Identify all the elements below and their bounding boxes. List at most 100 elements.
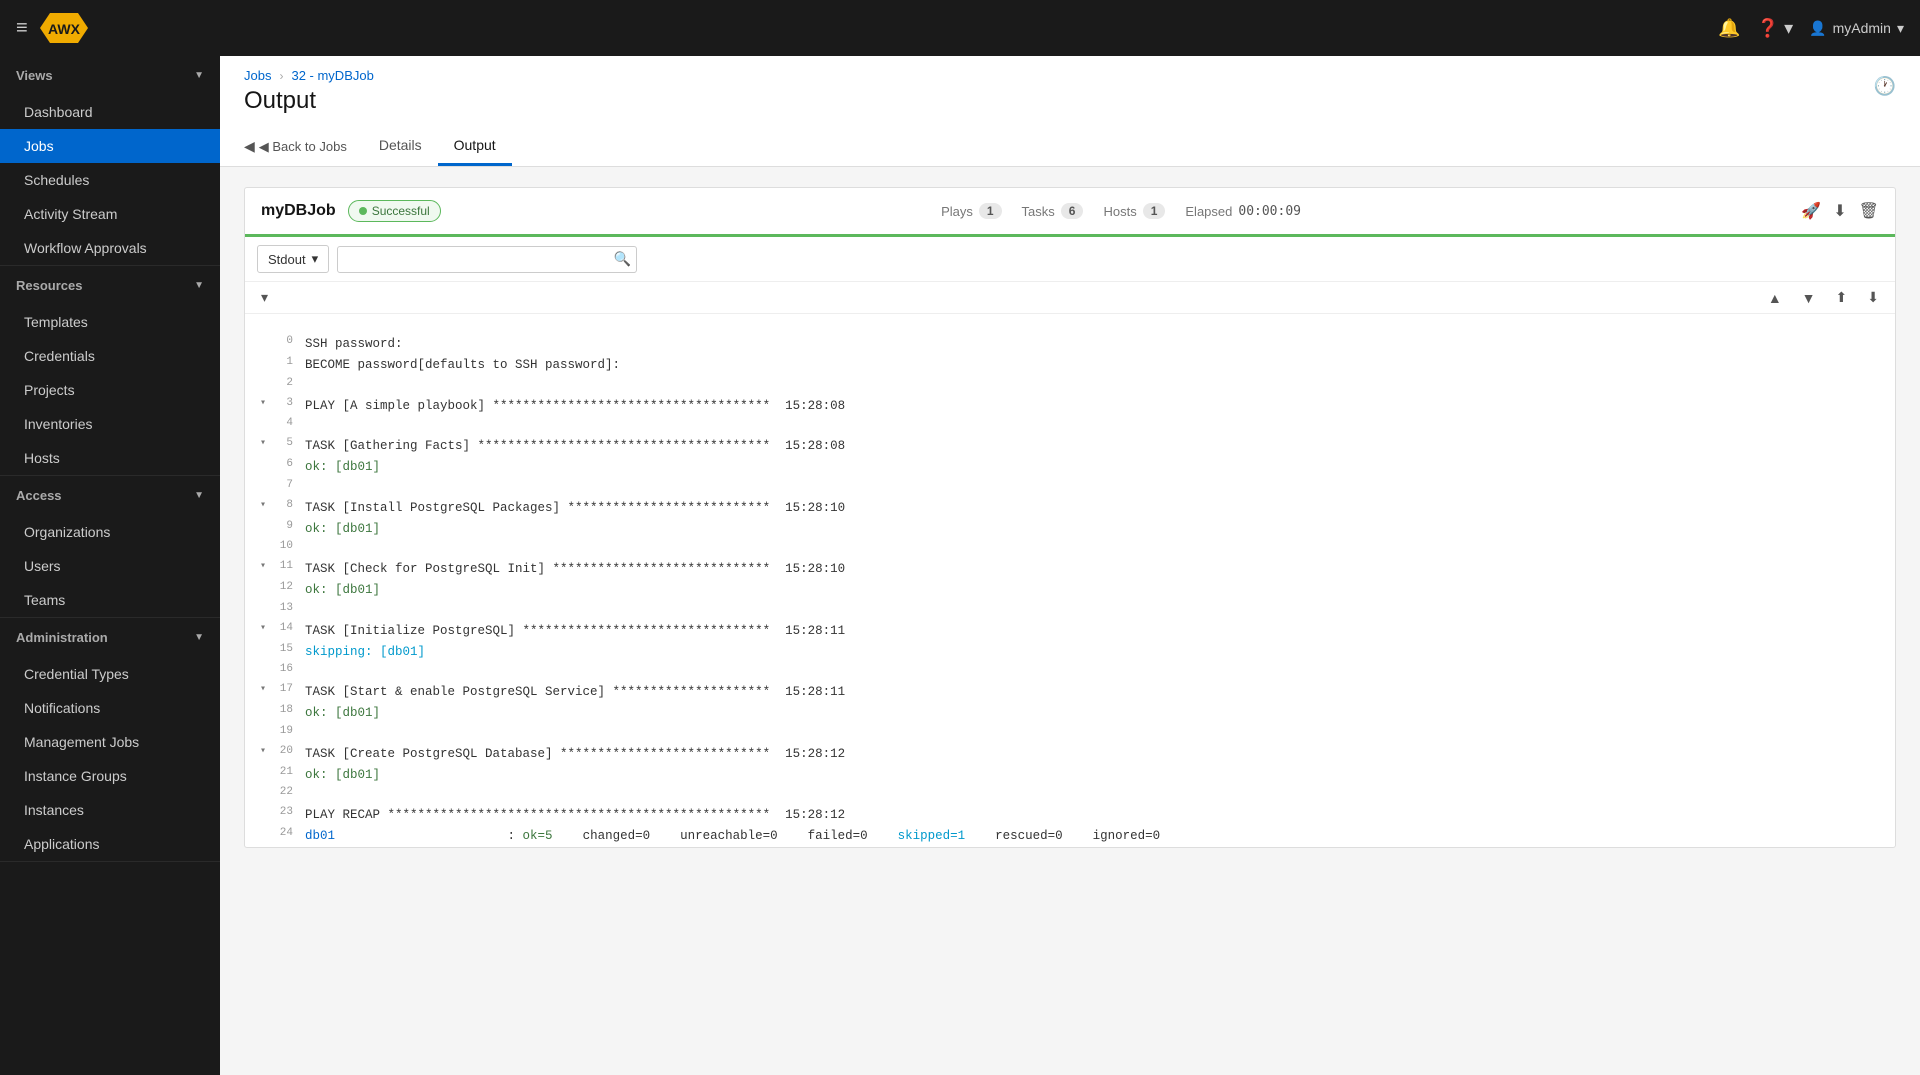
output-panel: myDBJob Successful Plays 1 Tasks — [244, 187, 1896, 848]
breadcrumb-jobs[interactable]: Jobs — [244, 68, 271, 83]
recap-line: db01 : ok=5 changed=0 unreachable=0 fail… — [305, 829, 1160, 843]
job-name: myDBJob — [261, 202, 336, 220]
sidebar-section-resources-header[interactable]: Resources ▼ — [0, 266, 220, 305]
sidebar-section-admin: Administration ▼ Credential Types Notifi… — [0, 618, 220, 862]
log-line-gutter: ▾3 — [245, 396, 297, 410]
sidebar-item-workflow-approvals[interactable]: Workflow Approvals — [0, 231, 220, 265]
log-line-gutter: 4 — [245, 416, 297, 430]
sidebar-item-dashboard[interactable]: Dashboard — [0, 95, 220, 129]
hamburger-menu[interactable]: ≡ — [16, 17, 28, 40]
access-chevron-icon: ▼ — [194, 490, 204, 501]
download-icon[interactable]: ⬇ — [1833, 201, 1846, 221]
help-icon[interactable]: ❓ ▾ — [1757, 18, 1793, 39]
log-line-gutter: 13 — [245, 601, 297, 615]
sidebar-item-teams[interactable]: Teams — [0, 583, 220, 617]
log-line: 12ok: [db01] — [245, 580, 1895, 601]
scroll-down-button[interactable]: ▼ — [1794, 287, 1824, 309]
line-number: 21 — [273, 766, 293, 778]
collapse-button[interactable]: ▾ — [257, 683, 269, 695]
back-label: ◀ Back to Jobs — [259, 139, 347, 155]
sidebar-item-credentials[interactable]: Credentials — [0, 339, 220, 373]
search-icon[interactable]: 🔍 — [614, 251, 631, 268]
line-number: 5 — [273, 437, 293, 449]
log-line-gutter: 22 — [245, 785, 297, 799]
collapse-button[interactable]: ▾ — [257, 560, 269, 572]
log-line-content — [297, 539, 1895, 541]
scroll-bottom-button[interactable]: ⬇ — [1859, 286, 1887, 309]
breadcrumb: Jobs › 32 - myDBJob — [244, 68, 1896, 83]
collapse-button[interactable]: ▾ — [257, 499, 269, 511]
scroll-top-button[interactable]: ⬆ — [1828, 286, 1856, 309]
log-line: 0SSH password: — [245, 334, 1895, 355]
back-to-jobs-tab[interactable]: ◀ ◀ Back to Jobs — [244, 128, 363, 165]
sidebar-item-projects[interactable]: Projects — [0, 373, 220, 407]
log-line-content: SSH password: — [297, 334, 1895, 355]
collapse-button[interactable]: ▾ — [257, 622, 269, 634]
job-stats: Plays 1 Tasks 6 Hosts 1 Elapsed — [941, 203, 1301, 219]
user-menu[interactable]: 👤 myAdmin ▾ — [1809, 20, 1904, 37]
sidebar-item-hosts[interactable]: Hosts — [0, 441, 220, 475]
line-number: 11 — [273, 560, 293, 572]
sidebar-item-notifications[interactable]: Notifications — [0, 691, 220, 725]
delete-icon[interactable]: 🗑 — [1859, 201, 1879, 221]
line-number: 19 — [273, 725, 293, 737]
layout: Views ▼ Dashboard Jobs Schedules Activit… — [0, 56, 1920, 1075]
sidebar-item-users[interactable]: Users — [0, 549, 220, 583]
sidebar-section-admin-header[interactable]: Administration ▼ — [0, 618, 220, 657]
log-line-gutter: ▾ 14 — [245, 621, 297, 635]
log-line: ▾11TASK [Check for PostgreSQL Init] ****… — [245, 559, 1895, 580]
log-line: ▾3PLAY [A simple playbook] *************… — [245, 396, 1895, 417]
plays-value: 1 — [979, 203, 1002, 219]
topnav-right: 🔔 ❓ ▾ 👤 myAdmin ▾ — [1718, 18, 1904, 39]
elapsed-stat: Elapsed 00:00:09 — [1185, 204, 1301, 219]
collapse-button[interactable]: ▾ — [257, 745, 269, 757]
log-line-content: ok: [db01] — [297, 765, 1895, 786]
scroll-up-button[interactable]: ▲ — [1760, 287, 1790, 309]
log-line-content — [297, 478, 1895, 480]
log-line-gutter: 19 — [245, 724, 297, 738]
log-line-content: BECOME password[defaults to SSH password… — [297, 355, 1895, 376]
filter-select[interactable]: Stdout ▾ — [257, 245, 329, 273]
sidebar-section-resources-label: Resources — [16, 278, 82, 293]
collapse-toggle-button[interactable]: ▾ — [253, 286, 276, 309]
sidebar-item-credential-types[interactable]: Credential Types — [0, 657, 220, 691]
notifications-icon[interactable]: 🔔 — [1718, 18, 1740, 39]
sidebar-item-templates[interactable]: Templates — [0, 305, 220, 339]
search-input[interactable] — [337, 246, 637, 273]
log-line-content — [297, 416, 1895, 418]
sidebar-item-instances[interactable]: Instances — [0, 793, 220, 827]
sidebar-item-schedules[interactable]: Schedules — [0, 163, 220, 197]
log-line-gutter: 23 — [245, 805, 297, 819]
sidebar-section-views-header[interactable]: Views ▼ — [0, 56, 220, 95]
log-line-gutter: ▾8 — [245, 498, 297, 512]
sidebar-item-applications[interactable]: Applications — [0, 827, 220, 861]
sidebar-item-jobs[interactable]: Jobs — [0, 129, 220, 163]
sidebar-section-access-label: Access — [16, 488, 62, 503]
collapse-button[interactable]: ▾ — [257, 437, 269, 449]
sidebar-item-organizations[interactable]: Organizations — [0, 515, 220, 549]
log-line-gutter: ▾ 11 — [245, 559, 297, 573]
history-button[interactable]: 🕐 — [1874, 76, 1896, 97]
log-line: 22 — [245, 785, 1895, 805]
resources-chevron-icon: ▼ — [194, 280, 204, 291]
collapse-button[interactable]: ▾ — [257, 397, 269, 409]
views-chevron-icon: ▼ — [194, 70, 204, 81]
sidebar-item-instance-groups[interactable]: Instance Groups — [0, 759, 220, 793]
log-line: 24db01 : ok=5 changed=0 unreachable=0 fa… — [245, 826, 1895, 847]
sidebar-item-inventories[interactable]: Inventories — [0, 407, 220, 441]
plays-label: Plays — [941, 204, 973, 219]
sidebar-section-admin-label: Administration — [16, 630, 108, 645]
log-line: 23PLAY RECAP ***************************… — [245, 805, 1895, 826]
sidebar-section-access-header[interactable]: Access ▼ — [0, 476, 220, 515]
elapsed-label: Elapsed — [1185, 204, 1232, 219]
sidebar-item-management-jobs[interactable]: Management Jobs — [0, 725, 220, 759]
rocket-icon[interactable]: 🚀 — [1801, 201, 1821, 221]
tab-details[interactable]: Details — [363, 127, 438, 166]
sidebar: Views ▼ Dashboard Jobs Schedules Activit… — [0, 56, 220, 1075]
status-label: Successful — [372, 204, 430, 218]
line-number: 14 — [273, 622, 293, 634]
sidebar-item-activity-stream[interactable]: Activity Stream — [0, 197, 220, 231]
user-icon: 👤 — [1809, 20, 1826, 37]
plays-stat: Plays 1 — [941, 203, 1001, 219]
tab-output[interactable]: Output — [438, 127, 512, 166]
